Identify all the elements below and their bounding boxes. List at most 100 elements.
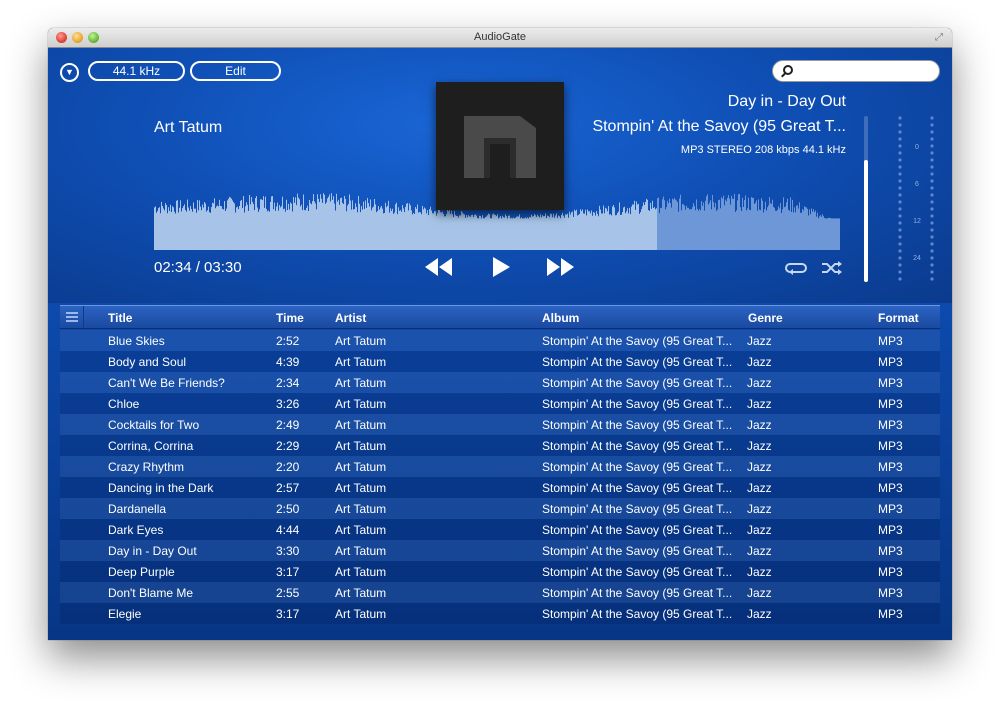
waveform-bar xyxy=(525,217,526,250)
column-header-album[interactable]: Album xyxy=(542,311,579,325)
waveform-bar xyxy=(750,210,751,250)
waveform-bar xyxy=(616,215,617,250)
search-input[interactable] xyxy=(799,63,939,81)
table-row[interactable]: Chloe 3:26 Art Tatum Stompin' At the Savoy … xyxy=(60,393,940,414)
table-row[interactable]: Corrina, Corrina 2:29 Art Tatum Stompin' At… xyxy=(60,435,940,456)
waveform-bar xyxy=(421,214,422,250)
table-row[interactable]: Dark Eyes 4:44 Art Tatum Stompin' At the Sa… xyxy=(60,519,940,540)
track-artist-cell: Art Tatum xyxy=(335,481,387,495)
track-album-cell: Stompin' At the Savoy (95 Great T... xyxy=(542,586,733,600)
waveform-bar xyxy=(506,216,507,250)
waveform-bar xyxy=(242,208,243,250)
waveform-bar xyxy=(795,212,796,250)
meter-segment xyxy=(930,130,934,134)
waveform-bar xyxy=(441,212,442,250)
track-format-cell: MP3 xyxy=(878,502,903,516)
table-row[interactable]: Can't We Be Friends? 2:34 Art Tatum Stompin… xyxy=(60,372,940,393)
waveform-bar xyxy=(297,193,298,250)
menu-icon[interactable] xyxy=(60,306,84,328)
fast-forward-button[interactable] xyxy=(545,256,575,278)
waveform-bar xyxy=(563,215,564,250)
rewind-button[interactable] xyxy=(424,256,454,278)
waveform-bar xyxy=(680,194,681,250)
waveform-bar xyxy=(233,202,234,250)
waveform-bar xyxy=(808,215,809,250)
waveform-bar xyxy=(415,207,416,250)
column-header-artist[interactable]: Artist xyxy=(335,311,366,325)
waveform-bar xyxy=(551,214,552,250)
track-album-cell: Stompin' At the Savoy (95 Great T... xyxy=(542,418,733,432)
waveform-bar xyxy=(520,218,521,250)
column-header-title[interactable]: Title xyxy=(108,311,132,325)
track-genre-cell: Jazz xyxy=(747,586,772,600)
waveform-bar xyxy=(391,211,392,250)
waveform-bar xyxy=(221,206,222,250)
table-row[interactable]: Elegie 3:17 Art Tatum Stompin' At the Savoy… xyxy=(60,603,940,624)
column-header-genre[interactable]: Genre xyxy=(748,311,783,325)
waveform-bar xyxy=(418,212,419,250)
waveform-bar xyxy=(191,209,192,250)
waveform-bar xyxy=(380,207,381,250)
waveform-bar xyxy=(458,217,459,250)
column-header-format[interactable]: Format xyxy=(878,311,919,325)
waveform-bar xyxy=(199,200,200,250)
waveform-bar xyxy=(552,217,553,250)
edit-button[interactable]: Edit xyxy=(190,61,281,81)
meter-segment xyxy=(898,123,902,127)
waveform-bar xyxy=(328,196,329,250)
waveform-bar xyxy=(166,204,167,250)
play-button[interactable] xyxy=(490,256,512,278)
playback-progress[interactable] xyxy=(864,116,868,282)
waveform-bar xyxy=(317,194,318,250)
table-row[interactable]: Dardanella 2:50 Art Tatum Stompin' At the S… xyxy=(60,498,940,519)
chevron-down-icon[interactable]: ▼ xyxy=(60,63,79,82)
waveform-bar xyxy=(281,206,282,250)
waveform-bar xyxy=(494,214,495,250)
track-time-cell: 2:50 xyxy=(276,502,300,516)
playback-progress-fill xyxy=(864,160,868,282)
waveform-bar xyxy=(373,206,374,250)
shuffle-button[interactable] xyxy=(821,260,843,282)
fullscreen-icon[interactable]: ⤢ xyxy=(935,32,946,43)
repeat-button[interactable] xyxy=(785,260,807,282)
waveform-bar xyxy=(403,208,404,250)
waveform-bar xyxy=(554,217,555,250)
table-row[interactable]: Cocktails for Two 2:49 Art Tatum Stompin' A… xyxy=(60,414,940,435)
waveform-bar xyxy=(453,217,454,250)
table-row[interactable]: Deep Purple 3:17 Art Tatum Stompin' At the … xyxy=(60,561,940,582)
repeat-icon xyxy=(785,263,807,275)
waveform-bar xyxy=(278,210,279,250)
table-row[interactable]: Day in - Day Out 3:30 Art Tatum Stompin' At… xyxy=(60,540,940,561)
waveform-bar xyxy=(379,209,380,250)
waveform-bar xyxy=(463,213,464,250)
column-header-time[interactable]: Time xyxy=(276,311,304,325)
track-time-cell: 2:52 xyxy=(276,334,300,348)
track-format-cell: MP3 xyxy=(878,481,903,495)
waveform-bar xyxy=(801,212,802,250)
search-field[interactable] xyxy=(772,60,940,82)
waveform-bar xyxy=(777,209,778,250)
waveform-bar xyxy=(538,216,539,250)
waveform-bar xyxy=(155,206,156,250)
waveform-bar xyxy=(229,196,230,250)
table-row[interactable]: Dancing in the Dark 2:57 Art Tatum Stompin'… xyxy=(60,477,940,498)
waveform-bar xyxy=(445,216,446,250)
table-row[interactable]: Body and Soul 4:39 Art Tatum Stompin' At th… xyxy=(60,351,940,372)
waveform-bar xyxy=(382,208,383,250)
meter-segment xyxy=(898,270,902,274)
waveform-bar xyxy=(231,198,232,250)
waveform-bar xyxy=(612,206,613,250)
meter-segment xyxy=(930,235,934,239)
table-row[interactable]: Blue Skies 2:52 Art Tatum Stompin' At the S… xyxy=(60,330,940,351)
waveform-bar xyxy=(797,205,798,250)
meter-segment xyxy=(930,193,934,197)
waveform-bar xyxy=(251,196,252,250)
table-row[interactable]: Crazy Rhythm 2:20 Art Tatum Stompin' At the… xyxy=(60,456,940,477)
waveform-bar xyxy=(658,197,659,250)
sample-rate-button[interactable]: 44.1 kHz xyxy=(88,61,185,81)
track-title-cell: Body and Soul xyxy=(108,355,187,369)
waveform-bar xyxy=(768,205,769,250)
waveform-bar xyxy=(540,214,541,250)
waveform-bar xyxy=(306,207,307,250)
table-row[interactable]: Don't Blame Me 2:55 Art Tatum Stompin' At t… xyxy=(60,582,940,603)
